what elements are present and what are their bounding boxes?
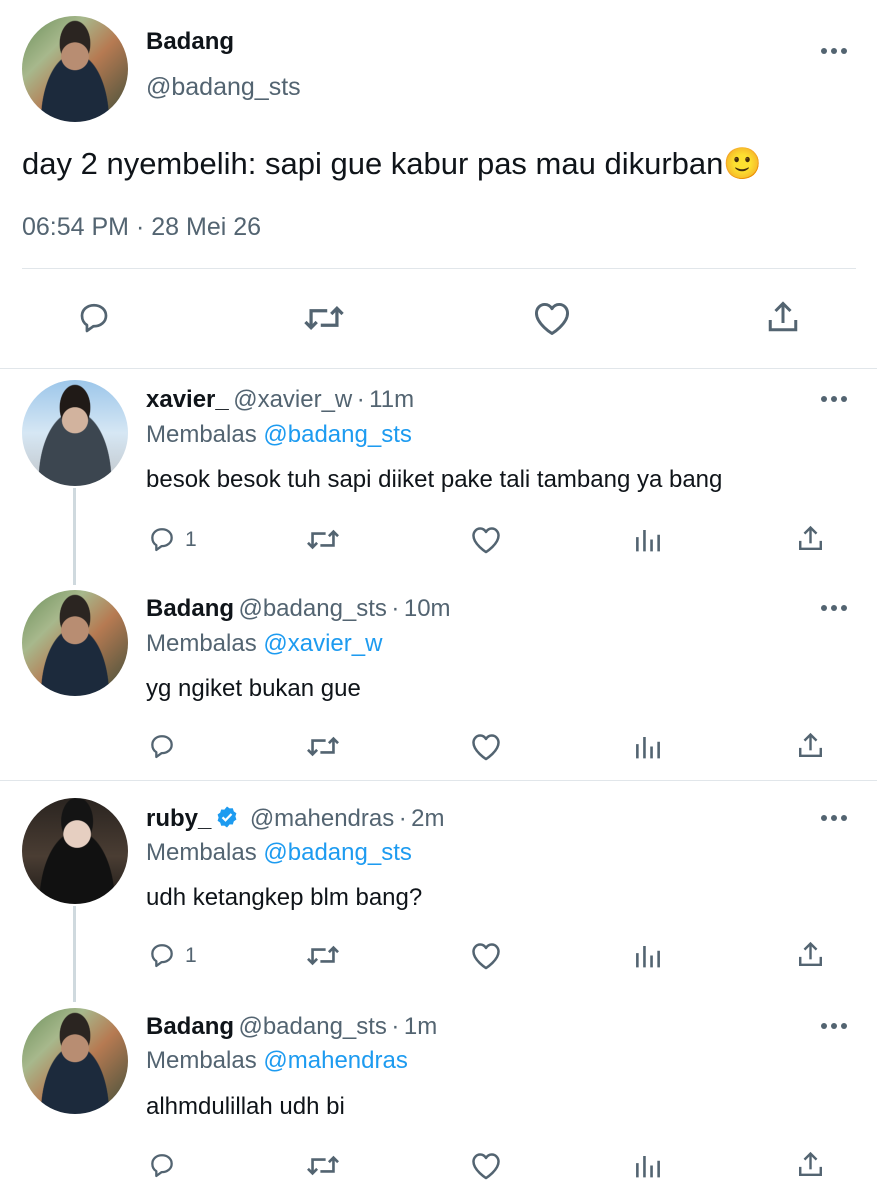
separator: · [135, 213, 145, 241]
reply-icon[interactable] [147, 525, 177, 554]
share-icon[interactable] [796, 1150, 825, 1179]
author-name[interactable]: Badang [146, 1013, 234, 1040]
reply-text: besok besok tuh sapi diiket pake tali ta… [146, 466, 723, 493]
replying-to: Membalas @badang_sts [146, 839, 412, 867]
smile-emoji-icon: 🙂 [723, 146, 762, 181]
tweet-date: 28 Mei 26 [151, 213, 262, 241]
reply-header: Badang @badang_sts · 1m [146, 1013, 437, 1041]
section-divider [0, 780, 877, 781]
reply-count: 1 [185, 944, 197, 967]
author-name[interactable]: Badang [146, 28, 234, 56]
share-icon[interactable] [765, 299, 801, 335]
replying-to: Membalas @badang_sts [146, 421, 412, 449]
separator: · [391, 595, 400, 622]
replying-to: Membalas @mahendras [146, 1047, 408, 1075]
reply-header: ruby_ @mahendras · 2m [146, 805, 445, 833]
analytics-icon[interactable] [635, 525, 661, 554]
section-divider [0, 368, 877, 369]
reply-icon[interactable] [75, 300, 113, 336]
reply-header: Badang @badang_sts · 10m [146, 595, 451, 623]
author-handle[interactable]: @badang_sts [238, 595, 386, 622]
share-icon[interactable] [796, 731, 825, 760]
author-handle[interactable]: @xavier_w [233, 386, 352, 413]
reply-icon[interactable] [147, 732, 177, 761]
author-handle[interactable]: @badang_sts [146, 73, 301, 102]
author-name[interactable]: ruby_ [146, 805, 211, 832]
reply-text: alhmdulillah udh bi [146, 1093, 345, 1120]
reply-text: yg ngiket bukan gue [146, 675, 361, 702]
separator: · [398, 805, 407, 832]
more-options-icon[interactable] [820, 813, 848, 823]
author-handle[interactable]: @mahendras [250, 805, 394, 832]
more-options-icon[interactable] [820, 1021, 848, 1031]
avatar[interactable] [22, 798, 128, 904]
reply-time[interactable]: 11m [369, 386, 414, 413]
replying-to-handle[interactable]: @xavier_w [263, 630, 382, 657]
reply-count: 1 [185, 528, 197, 551]
retweet-icon[interactable] [306, 1151, 340, 1180]
analytics-icon[interactable] [635, 941, 661, 970]
replying-to-handle[interactable]: @badang_sts [263, 839, 411, 866]
like-icon[interactable] [470, 941, 502, 970]
reply-text: udh ketangkep blm bang? [146, 884, 423, 911]
replying-to: Membalas @xavier_w [146, 630, 382, 658]
reply-time[interactable]: 1m [404, 1013, 437, 1040]
like-icon[interactable] [532, 300, 572, 336]
thread-line [73, 488, 76, 585]
replying-to-label: Membalas [146, 630, 257, 657]
avatar[interactable] [22, 590, 128, 696]
replying-to-label: Membalas [146, 839, 257, 866]
share-icon[interactable] [796, 940, 825, 969]
retweet-icon[interactable] [303, 300, 345, 336]
avatar[interactable] [22, 1008, 128, 1114]
tweet-time: 06:54 PM [22, 213, 130, 241]
like-icon[interactable] [470, 1151, 502, 1180]
retweet-icon[interactable] [306, 525, 340, 554]
separator: · [391, 1013, 400, 1040]
divider [22, 268, 856, 269]
avatar[interactable] [22, 16, 128, 122]
reply-time[interactable]: 2m [411, 805, 444, 832]
retweet-icon[interactable] [306, 941, 340, 970]
author-name[interactable]: Badang [146, 595, 234, 622]
reply-time[interactable]: 10m [404, 595, 451, 622]
replying-to-handle[interactable]: @badang_sts [263, 421, 411, 448]
separator: · [356, 386, 365, 413]
reply-icon[interactable] [147, 1151, 177, 1180]
replying-to-label: Membalas [146, 421, 257, 448]
thread-line [73, 906, 76, 1002]
reply-icon[interactable] [147, 941, 177, 970]
more-options-icon[interactable] [820, 394, 848, 404]
tweet-text-content: day 2 nyembelih: sapi gue kabur pas mau … [22, 146, 724, 181]
analytics-icon[interactable] [635, 1151, 661, 1180]
tweet-text: day 2 nyembelih: sapi gue kabur pas mau … [22, 145, 762, 182]
share-icon[interactable] [796, 524, 825, 553]
reply-header: xavier_ @xavier_w · 11m [146, 386, 414, 414]
like-icon[interactable] [470, 732, 502, 761]
avatar[interactable] [22, 380, 128, 486]
more-options-icon[interactable] [820, 46, 848, 56]
verified-badge-icon [215, 805, 239, 829]
retweet-icon[interactable] [306, 732, 340, 761]
timestamp[interactable]: 06:54 PM · 28 Mei 26 [22, 213, 261, 242]
more-options-icon[interactable] [820, 603, 848, 613]
like-icon[interactable] [470, 525, 502, 554]
author-name[interactable]: xavier_ [146, 386, 229, 413]
replying-to-label: Membalas [146, 1047, 257, 1074]
replying-to-handle[interactable]: @mahendras [263, 1047, 407, 1074]
analytics-icon[interactable] [635, 732, 661, 761]
author-handle[interactable]: @badang_sts [238, 1013, 386, 1040]
